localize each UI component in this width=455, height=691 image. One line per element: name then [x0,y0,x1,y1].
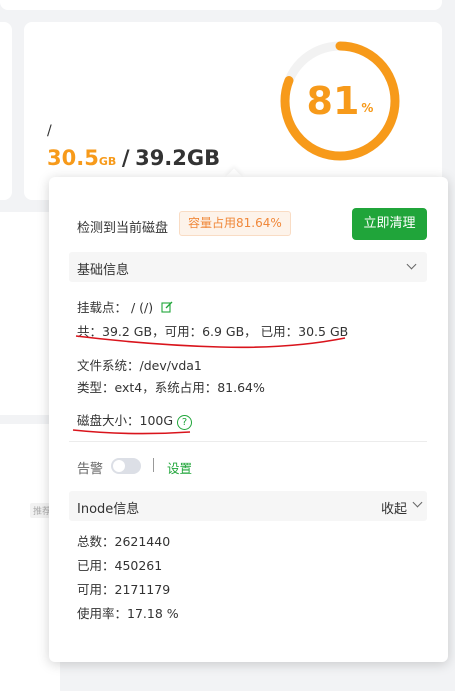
total-unit: GB [186,146,221,170]
detect-text: 检测到当前磁盘 [77,221,169,236]
inode-used-row: 已用：450261 [77,558,163,573]
basic-info-header[interactable]: 基础信息 [69,252,427,282]
usage-tag: 容量占用81.64% [179,211,291,236]
mount-point-text: 挂载点： / (/) [77,300,154,315]
inode-available-row: 可用：2171179 [77,582,171,597]
left-card-edge [0,22,12,200]
alarm-label: 告警 [77,462,104,477]
top-card-edge [0,0,442,10]
ring-percent-sign: % [361,101,374,115]
alarm-settings-link[interactable]: 设置 [167,458,192,477]
chevron-down-icon [406,259,417,270]
ring-percent: 81% [278,39,402,163]
help-icon[interactable]: ? [177,415,193,430]
disk-size-row: 磁盘大小：100G? [77,410,193,430]
disk-mount-label: / [47,123,52,139]
mount-point-row: 挂载点： / (/) [77,297,173,316]
disk-size-text: 磁盘大小：100G [77,413,174,428]
edit-icon[interactable] [161,301,173,313]
type-row: 类型：ext4，系统占用：81.64% [77,380,265,395]
usage-separator: / [121,146,130,170]
collapse-label[interactable]: 收起 [381,498,407,517]
total-value: 39.2 [135,146,187,170]
section-divider [69,441,427,442]
inode-usage-rate-row: 使用率：17.18 % [77,606,179,621]
disk-space-row: 共：39.2 GB，可用：6.9 GB， 已用：30.5 GB [77,324,349,339]
inode-total-row: 总数：2621440 [77,534,171,549]
separator-bar [153,458,154,472]
clean-now-button[interactable]: 立即清理 [352,208,427,240]
used-unit: GB [98,155,117,168]
ring-percent-value: 81 [306,79,360,123]
disk-detail-popover: 检测到当前磁盘 容量占用81.64% 立即清理 基础信息 挂载点： / (/) … [49,177,448,662]
inode-info-title: Inode信息 [77,502,140,517]
chevron-down-icon [412,497,423,508]
inode-info-header[interactable]: Inode信息 收起 [69,491,427,521]
used-value: 30.5 [47,146,99,170]
alarm-toggle[interactable] [111,458,141,474]
filesystem-row: 文件系统：/dev/vda1 [77,358,202,373]
toggle-knob [113,460,125,472]
disk-usage-line: 30.5GB / 39.2GB [47,146,220,170]
basic-info-title: 基础信息 [77,263,130,278]
